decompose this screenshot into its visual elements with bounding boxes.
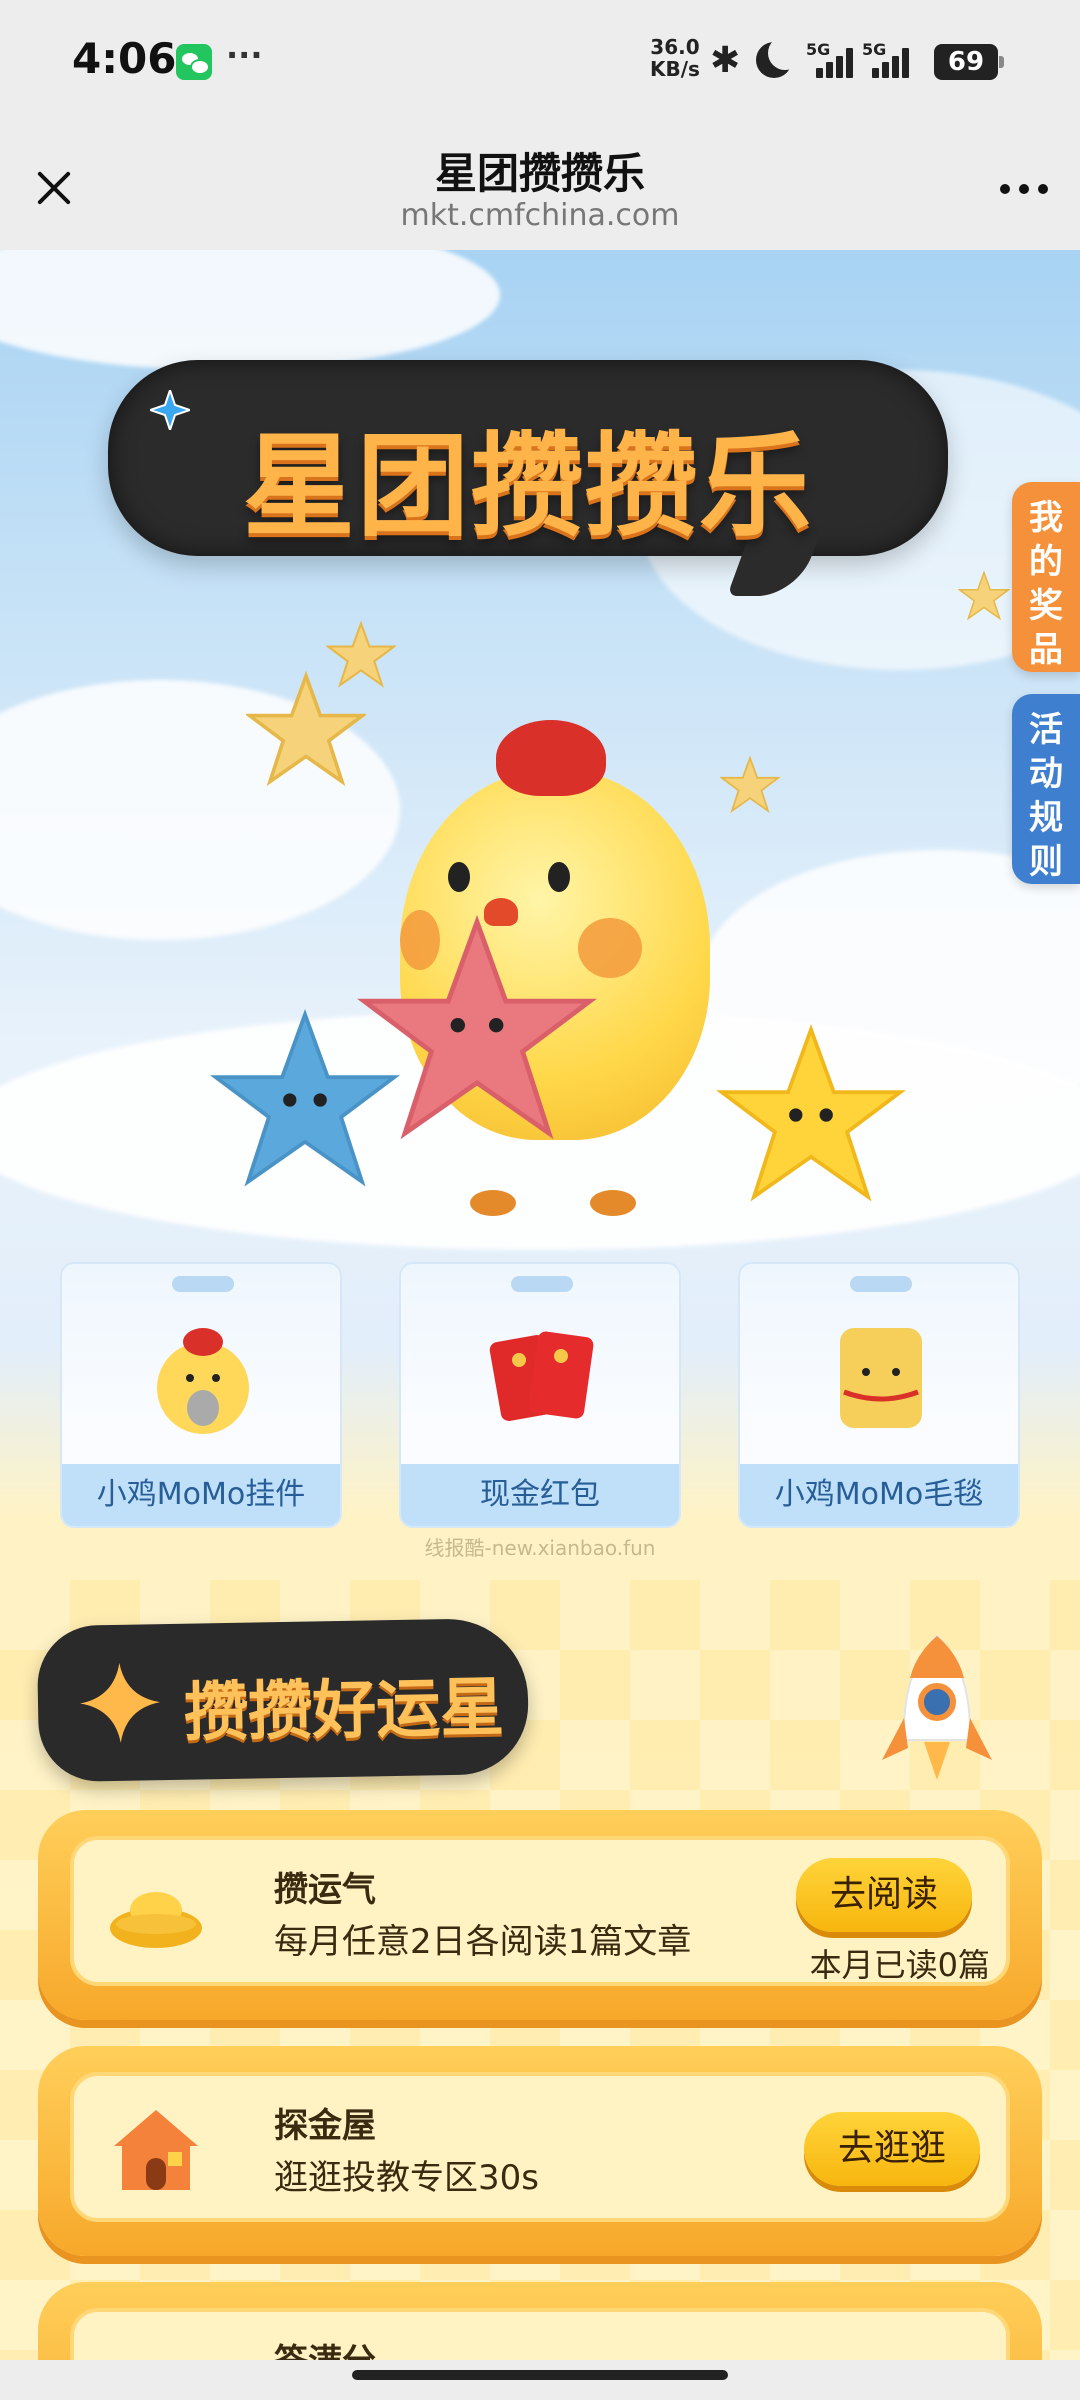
task-card-inner: 探金屋 逛逛投教专区30s 去逛逛 [70,2072,1010,2222]
status-time: 4:06 [72,34,177,83]
go-browse-button[interactable]: 去逛逛 [804,2112,980,2186]
chick-blanket-image [840,1328,922,1428]
hanging-star-icon [720,755,780,814]
cloud-decoration [0,250,500,370]
activity-rules-tab[interactable]: 活动规则 [1012,694,1080,884]
signal-2-label: 5G [862,40,887,59]
go-read-button[interactable]: 去阅读 [796,1858,972,1932]
chick-keychain-image [157,1328,249,1434]
sparkle-icon [150,390,190,430]
signal-1-label: 5G [806,40,831,59]
task-title: 探金屋 [274,2106,376,2146]
more-notifications-icon: ··· [226,36,263,74]
browser-title-bar: 星团攒攒乐 mkt.cmfchina.com [0,124,1080,250]
network-speed-value: 36.0 [650,35,700,59]
task-card-inner: 签满分 [70,2308,1010,2360]
mascot-hat [496,720,606,796]
network-speed-unit: KB/s [650,57,700,81]
my-prizes-label: 我的奖品 [1029,498,1063,670]
page-url: mkt.cmfchina.com [400,198,680,233]
home-indicator[interactable] [352,2370,728,2380]
mascot-foot [590,1190,636,1216]
task-progress: 本月已读0篇 [809,1946,990,1984]
web-content: 星团攒攒乐 我的奖品 活动规则 小鸡MoMo挂件 现金红包 小鸡MoMo毛毯 线… [0,250,1080,2360]
wechat-notification-icon [176,44,212,80]
prize-card[interactable]: 小鸡MoMo挂件 [60,1262,342,1528]
battery-indicator: 69 [934,44,1004,80]
prize-card[interactable]: 现金红包 [399,1262,681,1528]
activity-rules-label: 活动规则 [1029,710,1063,882]
mascot-eye [548,862,570,892]
status-bar: 4:06 ··· 36.0 KB/s ✱ 5G 5G 69 [0,0,1080,124]
prize-label: 小鸡MoMo挂件 [62,1464,340,1526]
task-title: 攒运气 [274,1870,376,1910]
network-speed: 36.0 KB/s [650,36,700,80]
house-icon [114,2110,198,2190]
task-title: 签满分 [274,2334,376,2360]
prize-label: 小鸡MoMo毛毯 [740,1464,1018,1526]
task-card: 探金屋 逛逛投教专区30s 去逛逛 [38,2046,1042,2256]
yellow-star-plush-icon [716,1023,906,1202]
hanging-star-icon [958,570,1010,621]
task-card-inner: 攒运气 每月任意2日各阅读1篇文章 去阅读 本月已读0篇 [70,1836,1010,1986]
gold-ingot-icon [110,1892,202,1948]
task-description: 每月任意2日各阅读1篇文章 [274,1922,692,1962]
four-point-star-icon [80,1662,161,1743]
mascot-eye [448,862,470,892]
blue-star-plush-icon [210,1008,400,1187]
page-title: 星团攒攒乐 [434,149,645,198]
mascot-foot [470,1190,516,1216]
rocket-icon [882,1634,992,1780]
prize-label: 现金红包 [401,1464,679,1526]
section-header: 攒攒好运星 [36,1617,530,1783]
prize-card[interactable]: 小鸡MoMo毛毯 [738,1262,1020,1528]
prize-list: 小鸡MoMo挂件 现金红包 小鸡MoMo毛毯 [60,1262,1020,1530]
task-card: 攒运气 每月任意2日各阅读1篇文章 去阅读 本月已读0篇 [38,1810,1042,2020]
hero-title: 星团攒攒乐 [243,422,813,552]
hanging-star-icon [326,620,396,688]
bluetooth-icon: ✱ [710,40,741,81]
watermark: 线报酷-new.xianbao.fun [424,1536,656,1560]
my-prizes-tab[interactable]: 我的奖品 [1012,482,1080,672]
signal-2-icon: 5G [862,40,930,80]
red-envelope-image [489,1331,594,1421]
task-description: 逛逛投教专区30s [274,2158,539,2198]
more-options-icon[interactable] [994,164,1054,212]
do-not-disturb-icon [756,36,802,78]
task-card: 签满分 [38,2282,1042,2360]
hero-banner: 星团攒攒乐 [108,360,948,556]
section-title: 攒攒好运星 [183,1671,505,1751]
